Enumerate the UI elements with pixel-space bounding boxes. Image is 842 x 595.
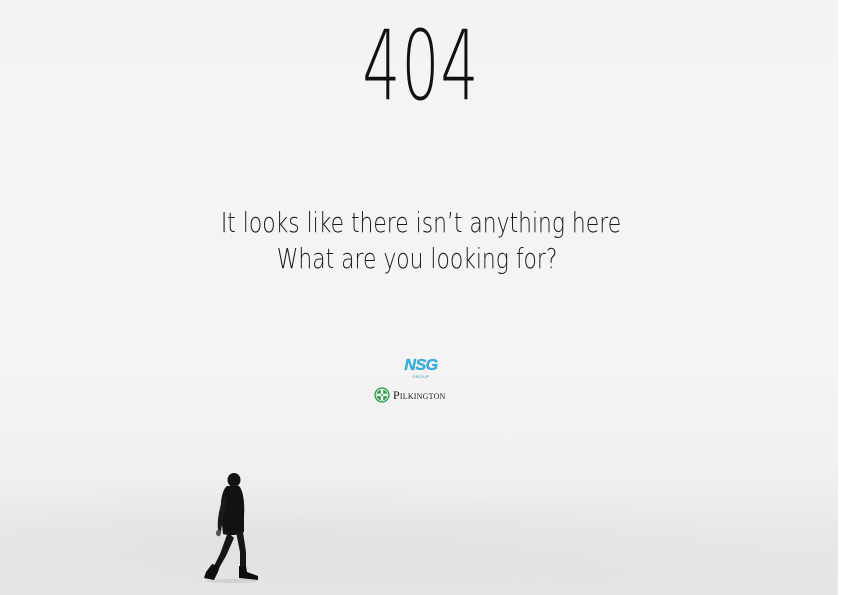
nsg-logo-text: NSG [404,357,438,374]
brand-logos: NSG GROUP Pilkington [371,356,471,406]
walking-person-image [204,473,258,583]
error-message-line-1: It looks like there isn’t anything here [220,206,622,239]
pilkington-logo-text: Pilkington [393,388,446,402]
page-edge [838,0,842,595]
snowy-ground-background [0,470,842,595]
error-message: It looks like there isn’t anything here … [93,205,750,277]
nsg-logo-subtext: GROUP [412,374,430,379]
pilkington-logo[interactable]: Pilkington [374,386,471,404]
error-message-line-2: What are you looking for? [276,242,558,275]
error-page: 404 It looks like there isn’t anything h… [0,0,842,595]
error-code: 404 [362,10,480,122]
pilkington-cross-icon [374,387,390,403]
nsg-group-logo[interactable]: NSG GROUP [399,357,443,382]
